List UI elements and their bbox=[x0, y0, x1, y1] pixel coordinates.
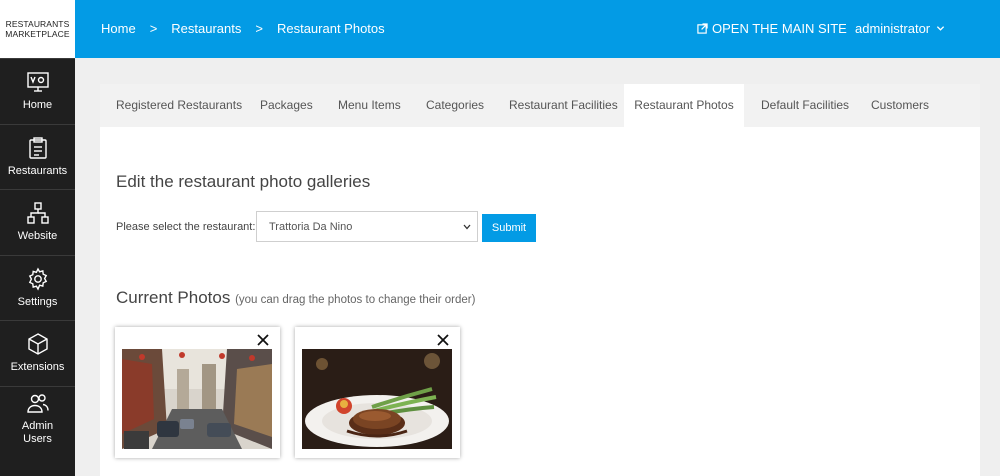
sidebar-item-label: Home bbox=[22, 99, 53, 112]
sitemap-icon bbox=[26, 202, 49, 224]
sidebar-item-label: Extensions bbox=[10, 361, 65, 374]
sidebar-item-admin-users[interactable]: Admin Users bbox=[0, 385, 75, 452]
restaurant-select-label: Please select the restaurant: bbox=[116, 221, 256, 233]
breadcrumb-separator: > bbox=[255, 21, 263, 36]
current-photos-hint: (you can drag the photos to change their… bbox=[235, 294, 476, 306]
users-icon bbox=[26, 394, 49, 413]
brand-line-1: RESTAURANTS bbox=[5, 19, 70, 29]
sidebar-item-label: Restaurants bbox=[7, 164, 68, 177]
presentation-icon bbox=[26, 72, 49, 92]
sidebar-item-label: Settings bbox=[17, 295, 58, 308]
current-photos-title: Current Photos bbox=[116, 288, 231, 307]
current-photos-heading: Current Photos (you can drag the photos … bbox=[116, 288, 475, 308]
food-photo bbox=[302, 349, 452, 449]
brand-logo[interactable]: RESTAURANTS MARKETPLACE bbox=[0, 0, 75, 58]
street-photo bbox=[122, 349, 272, 449]
photo-card[interactable] bbox=[115, 327, 280, 458]
sidebar-item-restaurants[interactable]: Restaurants bbox=[0, 123, 75, 190]
photo-card[interactable] bbox=[295, 327, 460, 458]
page-title: Edit the restaurant photo galleries bbox=[116, 172, 371, 191]
breadcrumb: Home > Restaurants > Restaurant Photos bbox=[101, 21, 385, 36]
user-menu[interactable]: administrator bbox=[855, 21, 945, 36]
sidebar-item-extensions[interactable]: Extensions bbox=[0, 320, 75, 386]
sidebar-item-website[interactable]: Website bbox=[0, 189, 75, 255]
tab-menu-items[interactable]: Menu Items bbox=[338, 84, 401, 127]
tab-registered-restaurants[interactable]: Registered Restaurants bbox=[116, 84, 242, 127]
content-panel: Registered Restaurants Packages Menu Ite… bbox=[100, 84, 980, 476]
open-main-site-link[interactable]: OPEN THE MAIN SITE bbox=[697, 21, 847, 36]
chevron-down-icon bbox=[463, 224, 471, 230]
restaurant-select[interactable]: Trattoria Da Nino bbox=[256, 211, 478, 242]
breadcrumb-separator: > bbox=[149, 21, 158, 36]
remove-photo-button[interactable] bbox=[437, 333, 451, 347]
tab-categories[interactable]: Categories bbox=[426, 84, 484, 127]
tab-restaurant-photos[interactable]: Restaurant Photos bbox=[624, 84, 744, 127]
tab-restaurant-facilities[interactable]: Restaurant Facilities bbox=[509, 84, 618, 127]
restaurant-select-value: Trattoria Da Nino bbox=[269, 221, 353, 233]
open-main-site-label: OPEN THE MAIN SITE bbox=[712, 21, 847, 36]
sidebar-item-label: Website bbox=[17, 230, 58, 243]
chevron-down-icon bbox=[937, 26, 945, 31]
submit-button[interactable]: Submit bbox=[482, 214, 536, 242]
sidebar-item-label: Admin bbox=[21, 420, 54, 433]
clipboard-icon bbox=[28, 137, 47, 159]
breadcrumb-current: Restaurant Photos bbox=[276, 21, 385, 36]
remove-photo-button[interactable] bbox=[257, 333, 271, 347]
brand-line-2: MARKETPLACE bbox=[5, 29, 70, 39]
close-icon bbox=[257, 334, 269, 346]
gear-icon bbox=[28, 267, 47, 291]
tab-packages[interactable]: Packages bbox=[260, 84, 313, 127]
user-name: administrator bbox=[855, 21, 931, 36]
sidebar-item-settings[interactable]: Settings bbox=[0, 254, 75, 321]
close-icon bbox=[437, 334, 449, 346]
external-link-icon bbox=[697, 23, 708, 34]
sidebar-item-home[interactable]: Home bbox=[0, 58, 75, 124]
tab-bar: Registered Restaurants Packages Menu Ite… bbox=[100, 84, 980, 127]
breadcrumb-home[interactable]: Home bbox=[101, 21, 136, 36]
tab-customers[interactable]: Customers bbox=[871, 84, 929, 127]
cube-icon bbox=[27, 333, 48, 356]
breadcrumb-restaurants[interactable]: Restaurants bbox=[171, 21, 241, 36]
sidebar: RESTAURANTS MARKETPLACE Home Restaurants… bbox=[0, 0, 75, 476]
topbar: Home > Restaurants > Restaurant Photos O… bbox=[75, 0, 1000, 58]
sidebar-item-label: Users bbox=[23, 433, 52, 446]
tab-default-facilities[interactable]: Default Facilities bbox=[761, 84, 849, 127]
